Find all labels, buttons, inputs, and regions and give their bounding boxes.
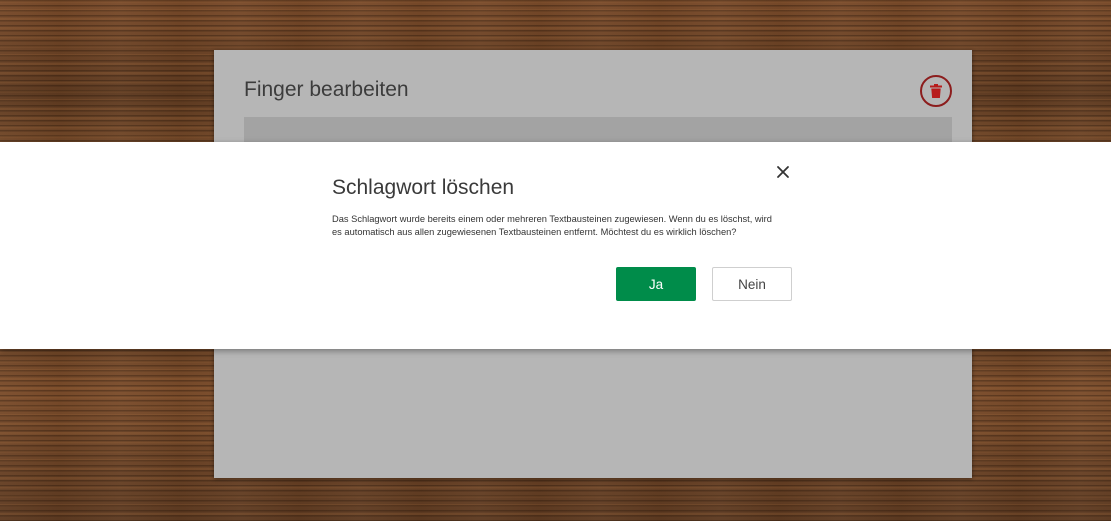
close-icon — [777, 166, 789, 178]
dialog-message-line-2: es automatisch aus allen zugewiesenen Te… — [332, 227, 737, 237]
delete-tag-dialog: Schlagwort löschen Das Schlagwort wurde … — [0, 142, 1111, 349]
panel-title: Finger bearbeiten — [244, 78, 409, 101]
dialog-message-line-1: Das Schlagwort wurde bereits einem oder … — [332, 214, 772, 224]
delete-button[interactable] — [920, 75, 952, 107]
confirm-button[interactable]: Ja — [616, 267, 696, 301]
cancel-button[interactable]: Nein — [712, 267, 792, 301]
trash-icon — [930, 84, 942, 98]
close-button[interactable] — [775, 164, 791, 180]
dialog-title: Schlagwort löschen — [332, 176, 515, 199]
dialog-message: Das Schlagwort wurde bereits einem oder … — [332, 213, 802, 239]
